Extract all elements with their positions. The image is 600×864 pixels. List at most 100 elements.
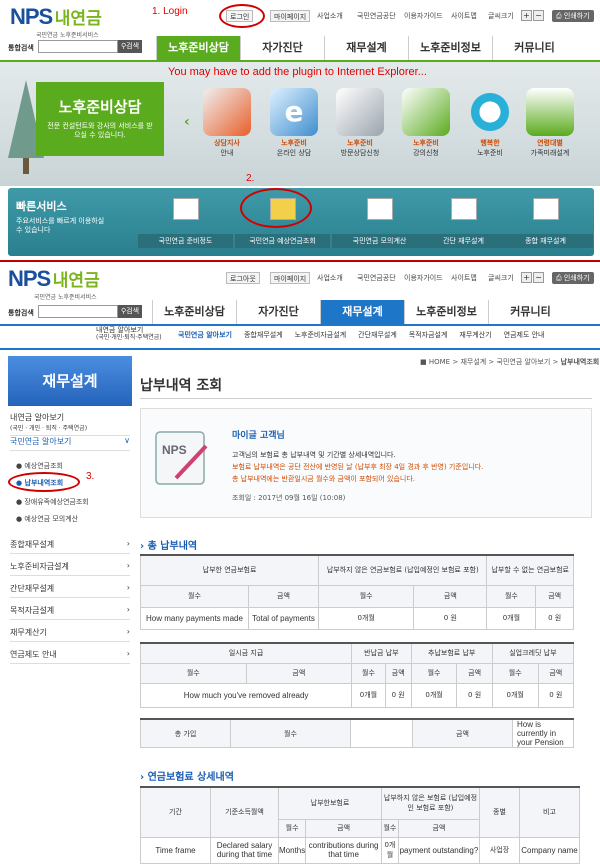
subnav-item-total[interactable]: 종합재무설계 xyxy=(244,330,283,340)
tab-financial-plan[interactable]: 재무설계 xyxy=(320,300,404,324)
user-guide-link[interactable]: 이용자가이드 xyxy=(404,272,443,284)
desc2: 보험료 납부내역은 공단 전산에 반영된 날 (납부후 최장 4일 경과 후 반… xyxy=(232,463,484,471)
tab-retirement-consult[interactable]: 노후준비상담 xyxy=(152,300,236,324)
subnav-head[interactable]: 내연금 알아보기 (국민·개인·퇴직·주택연금) xyxy=(96,326,162,348)
breadcrumb-nps[interactable]: 국민연금 알아보기 xyxy=(497,358,551,366)
cell: 0개월 xyxy=(318,606,415,630)
search-button[interactable]: ⚲검색 xyxy=(118,40,143,53)
sidebar-sub-expected[interactable]: ● 예상연금조회 xyxy=(16,461,63,471)
quick-mock-calc[interactable]: 국민연금 모의계산 xyxy=(332,190,427,252)
sidebar-item-label: 국민연금 알아보기 xyxy=(10,437,72,446)
tab-financial-plan[interactable]: 재무설계 xyxy=(324,36,408,60)
banner-item-branch[interactable]: 상담지사 안내 xyxy=(199,88,255,158)
breadcrumb-home[interactable]: HOME xyxy=(429,358,450,366)
table-row: How much you've removed already 0개월 0 원 … xyxy=(139,682,575,708)
print-label: 인쇄하기 xyxy=(563,274,590,282)
cell: 0 원 xyxy=(535,606,574,630)
subnav-item-nps[interactable]: 국민연금 알아보기 xyxy=(178,330,232,340)
quick-total-plan[interactable]: 종합 재무설계 xyxy=(498,190,593,252)
mypage-link[interactable]: 마이페이지 xyxy=(270,272,311,284)
th-refund: 반납금 납부 xyxy=(351,642,412,664)
subnav-item-retire-fund[interactable]: 노후준비자금설계 xyxy=(295,330,347,340)
search-input[interactable] xyxy=(38,40,118,53)
cell: 0 원 xyxy=(413,606,488,630)
chevron-right-icon: › xyxy=(126,583,130,592)
subnav-item-system[interactable]: 연금제도 안내 xyxy=(504,330,545,340)
sidebar-item-purpose[interactable]: 목적자금설계 › xyxy=(10,605,130,620)
sidebar-item-retire-fund[interactable]: 노후준비자금설계 › xyxy=(10,561,130,576)
th-unpaid: 납부하지 않은 연금보험료 (납입예정인 보험료 포함) xyxy=(318,554,488,586)
business-intro-link[interactable]: 사업소개 xyxy=(317,10,343,22)
quick-label: 간단 재무설계 xyxy=(416,234,511,248)
quick-desc: 주요서비스를 빠르게 이용하실 수 있습니다 xyxy=(16,217,105,235)
sidebar-item-nps[interactable]: 국민연금 알아보기 ∨ xyxy=(10,436,130,451)
sidebar-item-label: 목적자금설계 xyxy=(10,606,55,615)
banner-item-happy-retire[interactable]: 행복한 노후준비 xyxy=(462,88,518,158)
font-increase-button[interactable]: + xyxy=(521,10,532,21)
cell-months: Months xyxy=(277,836,307,864)
subnav-item-simple[interactable]: 간단재무설계 xyxy=(358,330,397,340)
sitemap-link[interactable]: 사이트맵 xyxy=(451,272,477,284)
logo[interactable]: NPS 내연금 국민연금 노후준비서비스 xyxy=(10,4,102,39)
sidebar-item-simple[interactable]: 간단재무설계 › xyxy=(10,583,130,598)
tab-self-diagnosis[interactable]: 자가진단 xyxy=(236,300,320,324)
magnifier-icon xyxy=(466,88,514,136)
font-decrease-button[interactable]: − xyxy=(533,10,544,21)
font-decrease-button[interactable]: − xyxy=(533,272,544,283)
cell: 0 원 xyxy=(384,682,412,708)
section-label: 연금보험료 상세내역 xyxy=(147,772,234,783)
logo-subtitle: 국민연금 노후준비서비스 xyxy=(34,294,97,301)
font-increase-button[interactable]: + xyxy=(521,272,532,283)
sidebar-sub-mock[interactable]: ● 예상연금 모의계산 xyxy=(16,514,78,524)
quick-title: 빠른서비스 xyxy=(16,200,67,213)
banner-prev-arrow[interactable]: ‹ xyxy=(184,114,190,130)
th-sub: 금액 xyxy=(384,662,412,684)
th-paid: 납부한 연금보험료 xyxy=(139,554,320,586)
banner-item-online-consult[interactable]: e 노후준비 온라인 상담 xyxy=(266,88,322,158)
sidebar-sub-disability[interactable]: ● 장애유족예상연금조회 xyxy=(16,497,89,507)
sidebar-item-label: 간단재무설계 xyxy=(10,584,55,593)
quick-pension-readiness[interactable]: 국민연금 준비정도 xyxy=(138,190,233,252)
tab-community[interactable]: 커뮤니티 xyxy=(492,36,576,60)
document-icon xyxy=(532,198,559,220)
mypage-link[interactable]: 마이페이지 xyxy=(270,10,311,22)
tab-self-diagnosis[interactable]: 자가진단 xyxy=(240,36,324,60)
sidebar-sub-label: 예상연금 모의계산 xyxy=(24,515,79,523)
sidebar-item-system[interactable]: 연금제도 안내 › xyxy=(10,649,130,664)
query-date: 조회일 : 2017년 09월 16일 (10:08) xyxy=(232,494,346,502)
breadcrumb-financial[interactable]: 재무설계 xyxy=(460,358,486,366)
nps-link[interactable]: 국민연금공단 xyxy=(357,272,396,284)
search-button[interactable]: ⚲검색 xyxy=(118,305,143,318)
tab-retirement-info[interactable]: 노후준비정보 xyxy=(404,300,488,324)
nps-link[interactable]: 국민연금공단 xyxy=(357,10,396,22)
sidebar-item-mypension[interactable]: 내연금 알아보기 (국민 · 개인 · 퇴직 · 주택연금) xyxy=(10,412,130,436)
banner-title-box: 노후준비상담 전문 컨설턴트와 강사의 서비스를 받으실 수 있습니다. xyxy=(36,82,164,156)
sidebar-sub-label: 예상연금조회 xyxy=(24,462,63,470)
banner-item-family-plan[interactable]: 연령대별 가족미래설계 xyxy=(524,88,576,158)
tab-retirement-info[interactable]: 노후준비정보 xyxy=(408,36,492,60)
logout-button[interactable]: 로그아웃 xyxy=(226,272,260,284)
print-button[interactable]: ⎙ 인쇄하기 xyxy=(552,272,594,284)
tab-retirement-consult[interactable]: 노후준비상담 xyxy=(156,36,240,60)
print-button[interactable]: ⎙ 인쇄하기 xyxy=(552,10,594,22)
tab-community[interactable]: 커뮤니티 xyxy=(488,300,572,324)
subnav-item-calc[interactable]: 재무계산기 xyxy=(459,330,491,340)
quick-simple-plan[interactable]: 간단 재무설계 xyxy=(416,190,511,252)
business-intro-link[interactable]: 사업소개 xyxy=(317,272,343,284)
logo[interactable]: NPS 내연금 국민연금 노후준비서비스 xyxy=(8,266,100,301)
cell xyxy=(350,718,413,748)
sitemap-link[interactable]: 사이트맵 xyxy=(451,10,477,22)
banner-item-lecture[interactable]: 노후준비 강의신청 xyxy=(398,88,454,158)
sidebar-item-calc[interactable]: 재무계산기 › xyxy=(10,627,130,642)
user-guide-link[interactable]: 이용자가이드 xyxy=(404,10,443,22)
search-input[interactable] xyxy=(38,305,118,318)
cell-contributions: contributions during that time xyxy=(305,836,382,864)
subnav: 국민연금 알아보기 종합재무설계 노후준비자금설계 간단재무설계 목적자금설계 … xyxy=(178,330,545,340)
banner-item-visit-consult[interactable]: 노후준비 방문상담신청 xyxy=(332,88,388,158)
th-sub: 금액 xyxy=(413,584,488,608)
annotation-circle-2 xyxy=(240,188,312,228)
annotation-3: 3. xyxy=(86,471,95,482)
sidebar-item-label: 재무계산기 xyxy=(10,628,47,637)
subnav-item-purpose[interactable]: 목적자금설계 xyxy=(409,330,448,340)
sidebar-item-total[interactable]: 종합재무설계 › xyxy=(10,539,130,554)
